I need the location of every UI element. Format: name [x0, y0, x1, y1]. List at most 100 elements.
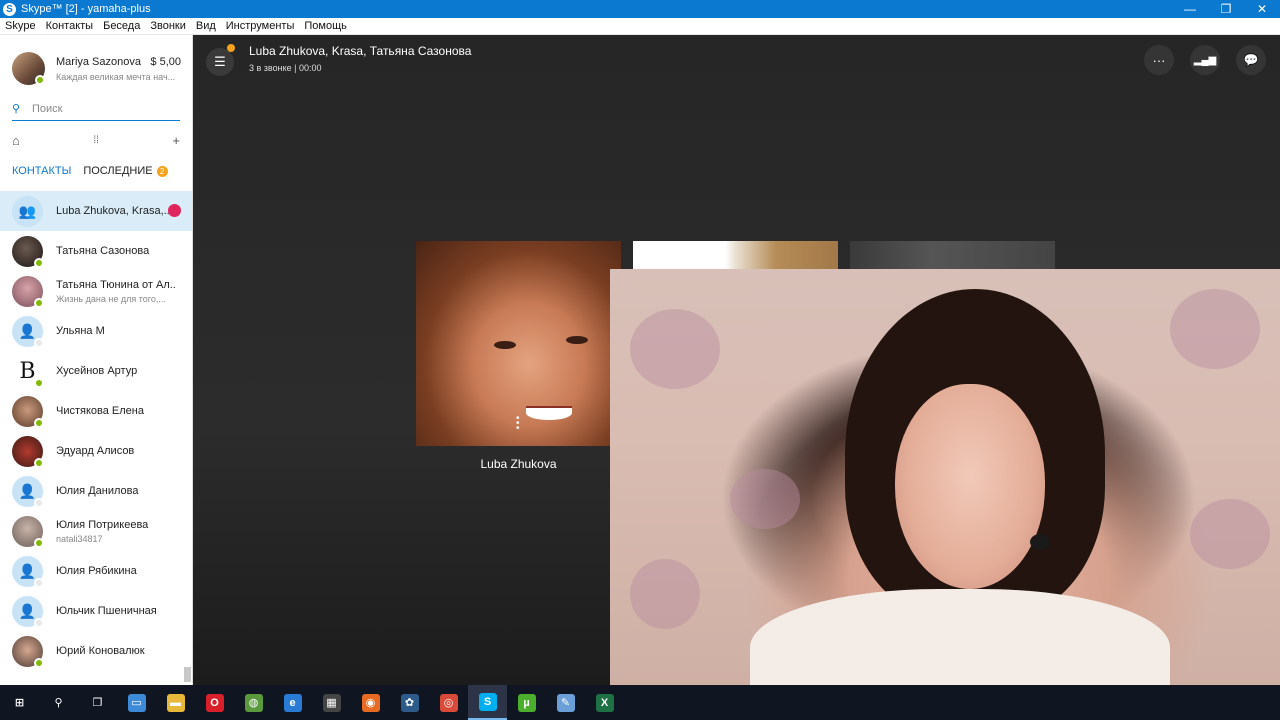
online-status-icon — [34, 418, 44, 428]
notification-dot — [227, 44, 235, 52]
skype-credit[interactable]: $ 5,00 — [150, 56, 181, 68]
contact-item[interactable]: B Хусейнов Артур — [0, 351, 192, 391]
offline-status-icon — [34, 618, 44, 628]
windows-taskbar: ⊞ ⚲ ❐ ▭ ▬ O ◍ e ▦ ◉ ✿ ◎ Sµ ✎ X — [0, 685, 1280, 720]
mouth-shape — [526, 406, 572, 420]
self-video[interactable] — [610, 269, 1280, 685]
participant-label: Luba Zhukova — [480, 457, 557, 471]
start-icon[interactable]: ⊞ — [0, 685, 39, 720]
chat-icon[interactable]: 💬 — [1236, 45, 1266, 75]
utorrent-icon[interactable]: µ — [507, 685, 546, 720]
skype-icon[interactable]: S — [468, 685, 507, 720]
dialpad-icon[interactable]: ⁞⁞ — [93, 135, 99, 146]
group-avatar-icon: 👥 — [12, 196, 43, 227]
search-icon[interactable]: ⚲ — [39, 685, 78, 720]
search-box[interactable]: ⚲ Поиск — [12, 97, 180, 121]
menu-conversation[interactable]: Беседа — [103, 20, 140, 32]
chrome-icon[interactable]: ◎ — [429, 685, 468, 720]
globe-icon[interactable]: ◍ — [234, 685, 273, 720]
opera-icon[interactable]: O — [195, 685, 234, 720]
wallpaper-flower — [630, 559, 700, 629]
contact-item[interactable]: Юрий Коновалюк — [0, 631, 192, 671]
online-status-icon — [34, 298, 44, 308]
face-shape — [895, 384, 1045, 589]
edge-icon-glyph: e — [283, 693, 302, 712]
settings-app-icon[interactable]: ✿ — [390, 685, 429, 720]
call-area: ☰ Luba Zhukova, Krasa, Татьяна Сазонова … — [193, 35, 1280, 685]
home-icon[interactable]: ⌂ — [12, 133, 20, 148]
contact-item[interactable]: 👤 Юльчик Пшеничная — [0, 591, 192, 631]
offline-status-icon — [34, 498, 44, 508]
contact-name: Хусейнов Артур — [56, 365, 138, 377]
mood-message[interactable]: Каждая великая мечта нач... — [56, 72, 175, 82]
opera-icon-glyph: O — [205, 693, 224, 712]
scrollbar[interactable] — [184, 667, 191, 682]
call-title: Luba Zhukova, Krasa, Татьяна Сазонова — [249, 44, 472, 58]
profile-panel[interactable]: Mariya Sazonova $ 5,00 Каждая великая ме… — [0, 45, 192, 95]
contact-name: Юлия Рябикина — [56, 565, 137, 577]
menu-help[interactable]: Помощь — [304, 20, 347, 32]
chrome-icon-glyph: ◎ — [439, 693, 458, 712]
contact-name: Эдуард Алисов — [56, 445, 135, 457]
editor-icon[interactable]: ✎ — [546, 685, 585, 720]
shirt-shape — [750, 589, 1170, 685]
contact-item[interactable]: 👤 Юлия Данилова — [0, 471, 192, 511]
window-titlebar: S Skype™ [2] - yamaha-plus — ❐ ✕ — [0, 0, 1280, 18]
menu-icon[interactable]: ☰ — [206, 48, 234, 76]
contact-item[interactable]: 👥 Luba Zhukova, Krasa,... — [0, 191, 192, 231]
menu-view[interactable]: Вид — [196, 20, 216, 32]
contact-name: Luba Zhukova, Krasa,... — [56, 205, 173, 217]
calculator-icon[interactable]: ▦ — [312, 685, 351, 720]
app-icon[interactable]: ▭ — [117, 685, 156, 720]
menu-skype[interactable]: Skype — [5, 20, 36, 32]
contact-item[interactable]: Татьяна Сазонова — [0, 231, 192, 271]
contact-item[interactable]: 👤 Юлия Рябикина — [0, 551, 192, 591]
search-input[interactable]: Поиск — [32, 103, 62, 115]
tile-options-icon[interactable]: • • • — [516, 414, 520, 434]
signal-quality-icon[interactable]: ▂▄▆ — [1190, 45, 1220, 75]
firefox-icon[interactable]: ◉ — [351, 685, 390, 720]
tab-contacts[interactable]: КОНТАКТЫ — [12, 165, 71, 177]
menu-contacts[interactable]: Контакты — [46, 20, 94, 32]
contact-item[interactable]: 👤 Ульяна М — [0, 311, 192, 351]
contact-mood: Жизнь дана не для того,... — [56, 294, 166, 304]
contact-item[interactable]: Юлия Потрикеева natali34817 — [0, 511, 192, 551]
more-options-icon[interactable]: ··· — [1144, 45, 1174, 75]
utorrent-icon-glyph: µ — [517, 693, 536, 712]
skype-logo-icon: S — [3, 2, 16, 16]
calculator-icon-glyph: ▦ — [322, 693, 341, 712]
excel-icon-glyph: X — [595, 693, 614, 712]
eye-shape — [494, 341, 516, 349]
menu-bar: Skype Контакты Беседа Звонки Вид Инструм… — [0, 18, 1280, 35]
restore-button[interactable]: ❐ — [1208, 0, 1244, 18]
online-status-icon — [34, 538, 44, 548]
tab-recent[interactable]: ПОСЛЕДНИЕ — [83, 165, 152, 177]
menu-tools[interactable]: Инструменты — [226, 20, 295, 32]
participant-video-2[interactable] — [633, 241, 838, 269]
participant-video-luba[interactable]: • • • — [416, 241, 621, 446]
menu-calls[interactable]: Звонки — [150, 20, 186, 32]
folder-icon[interactable]: ▬ — [156, 685, 195, 720]
excel-icon[interactable]: X — [585, 685, 624, 720]
wallpaper-flower — [630, 309, 720, 389]
sidebar-toolbar: ⌂ ⁞⁞ + — [12, 130, 180, 150]
participant-video-3[interactable] — [850, 241, 1055, 269]
contact-item[interactable]: Чистякова Елена — [0, 391, 192, 431]
window-title: Skype™ [2] - yamaha-plus — [21, 3, 151, 15]
contact-name: Юлия Потрикеева — [56, 519, 149, 531]
skype-icon-glyph: S — [478, 692, 497, 711]
edge-icon[interactable]: e — [273, 685, 312, 720]
close-button[interactable]: ✕ — [1244, 0, 1280, 18]
search-icon: ⚲ — [12, 103, 21, 115]
online-status-icon — [34, 258, 44, 268]
headset-mic-shape — [1030, 534, 1050, 550]
contact-item[interactable]: Татьяна Тюнина от Ал... Жизнь дана не для… — [0, 271, 192, 311]
profile-name: Mariya Sazonova — [56, 56, 141, 68]
task-view-icon[interactable]: ❐ — [78, 685, 117, 720]
add-contact-icon[interactable]: + — [172, 133, 180, 148]
contact-name: Юлия Данилова — [56, 485, 139, 497]
contact-item[interactable]: Эдуард Алисов — [0, 431, 192, 471]
active-call-icon — [168, 204, 181, 217]
contact-mood: natali34817 — [56, 534, 103, 544]
minimize-button[interactable]: — — [1172, 0, 1208, 18]
